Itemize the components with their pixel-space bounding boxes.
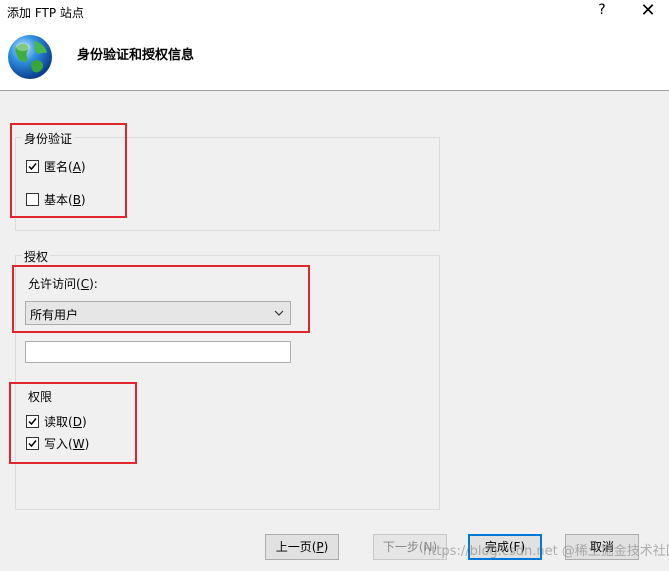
allow-access-value: 所有用户: [30, 308, 79, 322]
anonymous-checkbox[interactable]: [26, 160, 39, 173]
basic-label[interactable]: 基本(B): [44, 191, 86, 208]
anonymous-label-key: A: [72, 160, 81, 174]
authorization-legend: 授权: [22, 248, 51, 265]
authentication-legend: 身份验证: [22, 130, 75, 147]
read-label-key: D: [72, 415, 82, 429]
write-label-key: W: [72, 437, 85, 451]
write-checkbox[interactable]: [26, 437, 39, 450]
checkmark-icon: [28, 440, 37, 448]
anonymous-label-end: ): [80, 160, 86, 174]
allow-access-label: 允许访问(C):: [28, 275, 98, 292]
page-title: 身份验证和授权信息: [77, 48, 195, 63]
basic-label-text: 基本(: [44, 193, 73, 207]
write-label-end: ): [84, 437, 90, 451]
help-button[interactable]: ?: [594, 2, 610, 20]
read-checkbox[interactable]: [26, 415, 39, 428]
read-label-end: ): [81, 415, 87, 429]
allow-access-dropdown[interactable]: 所有用户: [25, 301, 291, 325]
chevron-down-icon: [274, 310, 284, 316]
globe-icon: [8, 35, 52, 79]
authentication-group: [15, 137, 440, 231]
read-label-text: 读取(: [44, 415, 73, 429]
anonymous-label[interactable]: 匿名(A): [44, 158, 86, 175]
basic-label-key: B: [72, 193, 81, 207]
anonymous-label-text: 匿名(: [44, 160, 73, 174]
close-button[interactable]: ✕: [637, 0, 659, 22]
allow-access-label-key: C: [80, 277, 90, 291]
authorization-group: [15, 255, 440, 510]
previous-label-text: 上一页(: [275, 540, 317, 554]
write-label[interactable]: 写入(W): [44, 435, 89, 452]
basic-label-end: ): [80, 193, 86, 207]
basic-checkbox[interactable]: [26, 193, 39, 206]
user-name-input[interactable]: [25, 341, 291, 363]
previous-label-end: ): [323, 540, 329, 554]
read-label[interactable]: 读取(D): [44, 413, 87, 430]
checkmark-icon: [28, 418, 37, 426]
checkmark-icon: [28, 163, 37, 171]
permissions-legend: 权限: [28, 390, 53, 404]
window-title: 添加 FTP 站点: [7, 6, 84, 20]
write-label-text: 写入(: [44, 437, 73, 451]
allow-access-label-end: ):: [89, 277, 98, 291]
previous-label-key: P: [316, 540, 324, 554]
wizard-header: 添加 FTP 站点 ? ✕ 身份验证和授权信息: [0, 0, 669, 91]
allow-access-label-text: 允许访问(: [28, 277, 81, 291]
watermark-text: https://blog.csdn.net @稀土掘金技术社区: [423, 544, 669, 559]
previous-button[interactable]: 上一页(P): [265, 534, 339, 560]
